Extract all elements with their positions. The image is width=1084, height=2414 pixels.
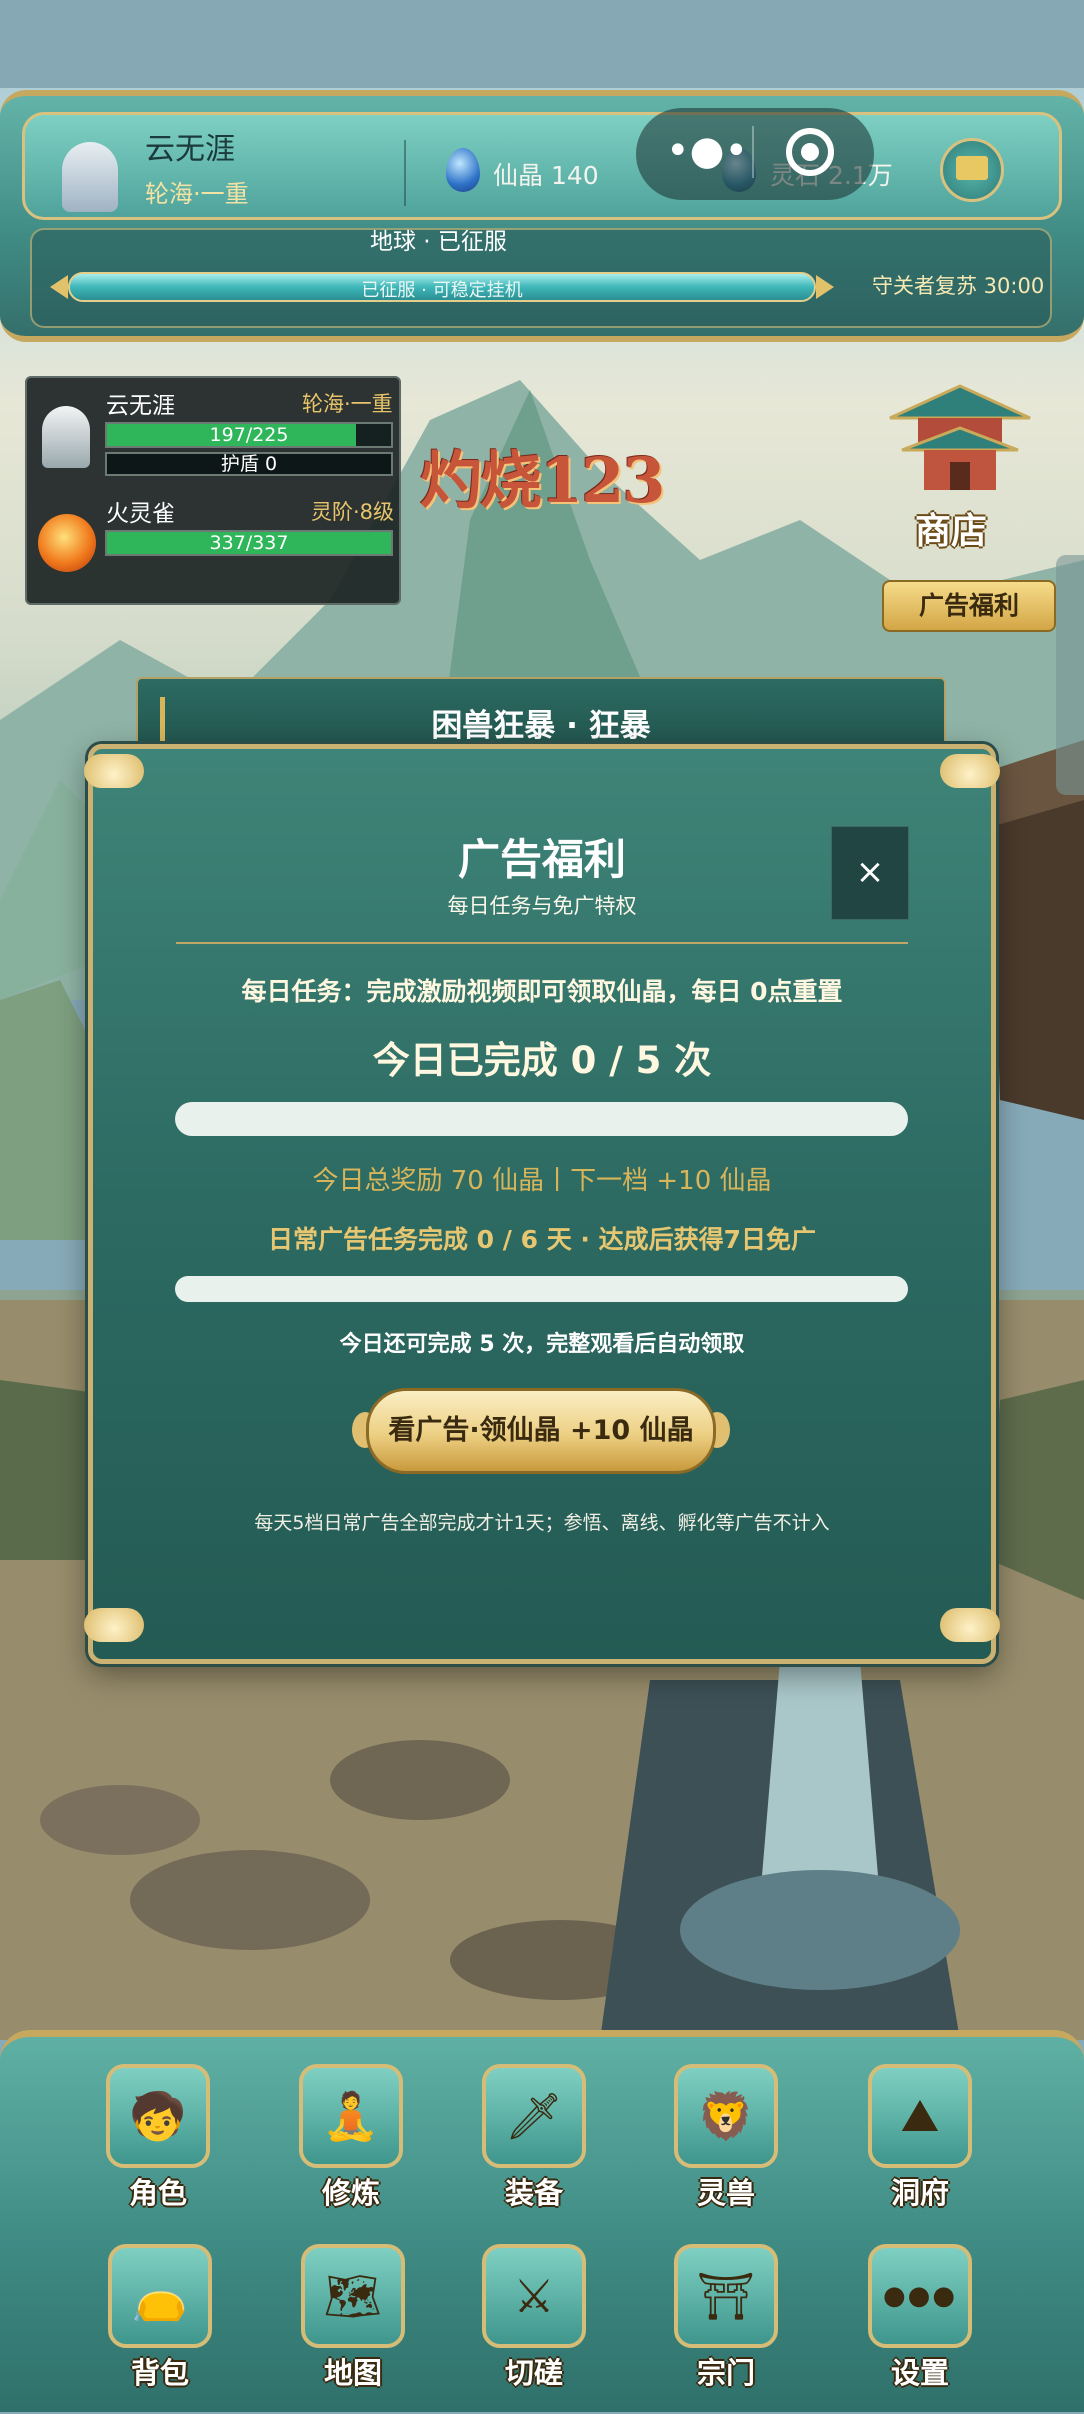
nav-sect[interactable]: ⛩ 宗门 [661,2244,791,2414]
nav-label: 角色 [128,2176,187,2210]
sect-hall-icon: ⛩ [674,2244,778,2348]
nav-bag[interactable]: 👝 背包 [95,2244,225,2414]
boss-status-text: 困兽狂暴 · 狂暴 [431,708,651,744]
nav-label: 修炼 [321,2176,380,2210]
pet-hp-text: 337/337 [209,532,289,554]
crossed-swords-icon: ⚔ [482,2244,586,2348]
battle-player-name: 云无涯 [106,393,175,419]
arrow-right-icon [816,275,834,299]
character-icon: 🧒 [106,2064,210,2168]
capsule-divider [752,126,754,178]
damage-popup: 灼烧123 [420,444,665,517]
reward-info: 今日总奖励 70 仙晶丨下一档 +10 仙晶 [312,1166,772,1196]
watch-ad-button[interactable]: 看广告·领仙晶 +10 仙晶 [366,1388,716,1474]
blue-crystal-icon [446,148,480,192]
nav-label: 装备 [504,2176,563,2210]
daily-task-description: 每日任务：完成激励视频即可领取仙晶，每日 0点重置 [241,977,843,1006]
cloud-ornament-icon [940,1608,1000,1642]
settings-dots-icon: ●●● [868,2244,972,2348]
guard-revive-timer: 守关者复苏 30:00 [872,274,1045,298]
status-bar-area [0,0,1084,88]
close-button[interactable]: × [831,826,909,920]
cloud-ornament-icon [84,754,144,788]
ad-free-streak-info: 日常广告任务完成 0 / 6 天 · 达成后获得7日免广 [267,1225,817,1254]
nav-spirit-beast[interactable]: 🦁 灵兽 [661,2064,791,2234]
today-progress-bar [175,1102,908,1136]
nav-map[interactable]: 🗺 地图 [288,2244,418,2414]
more-dots-icon[interactable]: •●• [666,128,748,174]
nav-spar[interactable]: ⚔ 切磋 [469,2244,599,2414]
cave-icon: ⛰ [868,2064,972,2168]
shop-label[interactable]: 商店 [915,502,987,554]
nav-label: 背包 [130,2356,189,2390]
map-icon: 🗺 [301,2244,405,2348]
player-avatar[interactable] [62,142,118,212]
today-progress-text: 今日已完成 0 / 5 次 [372,1039,712,1082]
modal-divider [176,942,908,944]
player-hp-text: 197/225 [209,424,289,446]
modal-footnote: 每天5档日常广告全部完成才计1天；参悟、离线、孵化等广告不计入 [254,1512,830,1534]
nav-label: 设置 [890,2356,949,2390]
battle-pet-level: 灵阶·8级 [311,500,395,524]
nav-character[interactable]: 🧒 角色 [93,2064,223,2234]
divider [404,140,406,206]
nav-settings[interactable]: ●●● 设置 [855,2244,985,2414]
nav-label: 洞府 [890,2176,949,2210]
nav-label: 灵兽 [696,2176,755,2210]
pet-hp-bar: 337/337 [105,530,393,556]
meditation-icon: 🧘 [299,2064,403,2168]
player-shield-bar: 护盾 0 [105,452,393,476]
equipment-icon: 🗡 [482,2064,586,2168]
stage-progress-text: 已征服 · 可稳定挂机 [361,280,523,301]
nav-label: 地图 [323,2356,382,2390]
arrow-left-icon [50,275,68,299]
ad-welfare-button[interactable]: 广告福利 [882,580,1056,632]
nav-cave[interactable]: ⛰ 洞府 [855,2064,985,2234]
currency-xianjing: 仙晶 140 [493,161,599,190]
fire-bird-portrait [38,514,96,572]
shop-building-icon[interactable] [880,378,1040,498]
planet-status: 地球 · 已征服 [370,229,507,255]
player-name: 云无涯 [145,132,235,167]
nav-label: 宗门 [696,2356,755,2390]
cloud-ornament-icon [84,1608,144,1642]
player-realm: 轮海·一重 [145,180,249,208]
nav-label: 切磋 [504,2356,563,2390]
battle-pet-name: 火灵雀 [106,501,175,527]
streak-progress-bar [175,1276,908,1302]
remaining-info: 今日还可完成 5 次，完整观看后自动领取 [339,1332,745,1357]
player-hp-bar: 197/225 [105,422,393,448]
nav-cultivate[interactable]: 🧘 修炼 [286,2064,416,2234]
target-icon[interactable] [786,128,834,176]
bag-icon: 👝 [108,2244,212,2348]
beast-icon: 🦁 [674,2064,778,2168]
nav-equipment[interactable]: 🗡 装备 [469,2064,599,2234]
envelope-icon [956,156,988,180]
player-portrait [42,406,90,468]
battle-player-realm: 轮海·一重 [302,392,393,416]
cloud-ornament-icon [940,754,1000,788]
side-drawer-tab[interactable] [1056,555,1084,795]
